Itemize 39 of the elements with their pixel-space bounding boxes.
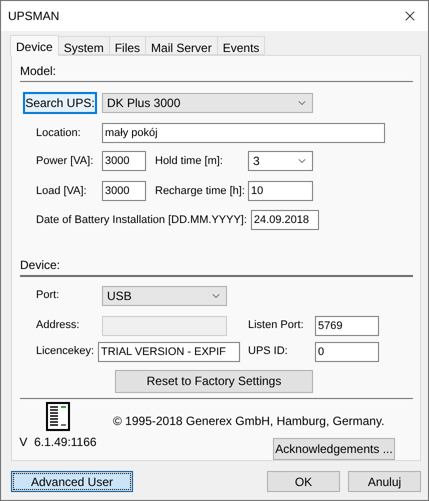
button[interactable]: OK: [267, 471, 340, 492]
window-title: UPSMAN: [8, 8, 60, 25]
dropdown[interactable]: USB: [102, 286, 227, 306]
tab[interactable]: System: [58, 36, 110, 55]
ups-id-field[interactable]: 0: [315, 342, 379, 362]
version-text: V 6.1.49:1166: [19, 434, 97, 451]
field-label: Date of Battery Installation [DD.MM.YYYY]:: [36, 213, 247, 228]
tab[interactable]: Events: [216, 36, 266, 55]
field-label: Address:: [36, 318, 80, 334]
field-label: Port:: [36, 288, 60, 304]
location-field[interactable]: mały pokój: [102, 123, 385, 144]
field-label: Recharge time [h]:: [155, 184, 246, 200]
field-label: Location:: [36, 126, 82, 142]
section-heading: Device:: [20, 258, 60, 274]
field-label: UPS ID:: [248, 344, 289, 360]
field-label: Licencekey:: [36, 344, 96, 360]
field-label: Hold time [m]:: [155, 154, 224, 170]
section-heading: Model:: [20, 64, 58, 79]
button[interactable]: Advanced User: [11, 471, 133, 492]
load-field[interactable]: 3000: [102, 181, 146, 202]
tab[interactable]: Device: [10, 35, 59, 56]
device-icon: [46, 402, 70, 431]
field-label: Listen Port:: [248, 318, 305, 334]
listen-port-field[interactable]: 5769: [315, 316, 379, 336]
copyright-text: © 1995-2018 Generex GmbH, Hamburg, Germany.: [113, 412, 386, 430]
power-field[interactable]: 3000: [102, 151, 146, 172]
dropdown[interactable]: 3: [248, 151, 313, 172]
button[interactable]: Anuluj: [348, 471, 421, 492]
date-field[interactable]: 24.09.2018: [250, 210, 319, 230]
tab[interactable]: Mail Server: [145, 36, 218, 55]
field-label: Load [VA]:: [36, 184, 88, 200]
field-label: Power [VA]:: [36, 154, 94, 170]
recharge-time-field[interactable]: 10: [248, 181, 313, 202]
licencekey-field[interactable]: TRIAL VERSION - EXPIF: [98, 342, 240, 362]
button[interactable]: Reset to Factory Settings: [115, 370, 313, 393]
dropdown[interactable]: DK Plus 3000: [102, 93, 313, 114]
button[interactable]: Search UPS:: [23, 92, 97, 114]
tab[interactable]: Files: [108, 36, 146, 55]
button[interactable]: Acknowledgements ...: [273, 438, 395, 460]
